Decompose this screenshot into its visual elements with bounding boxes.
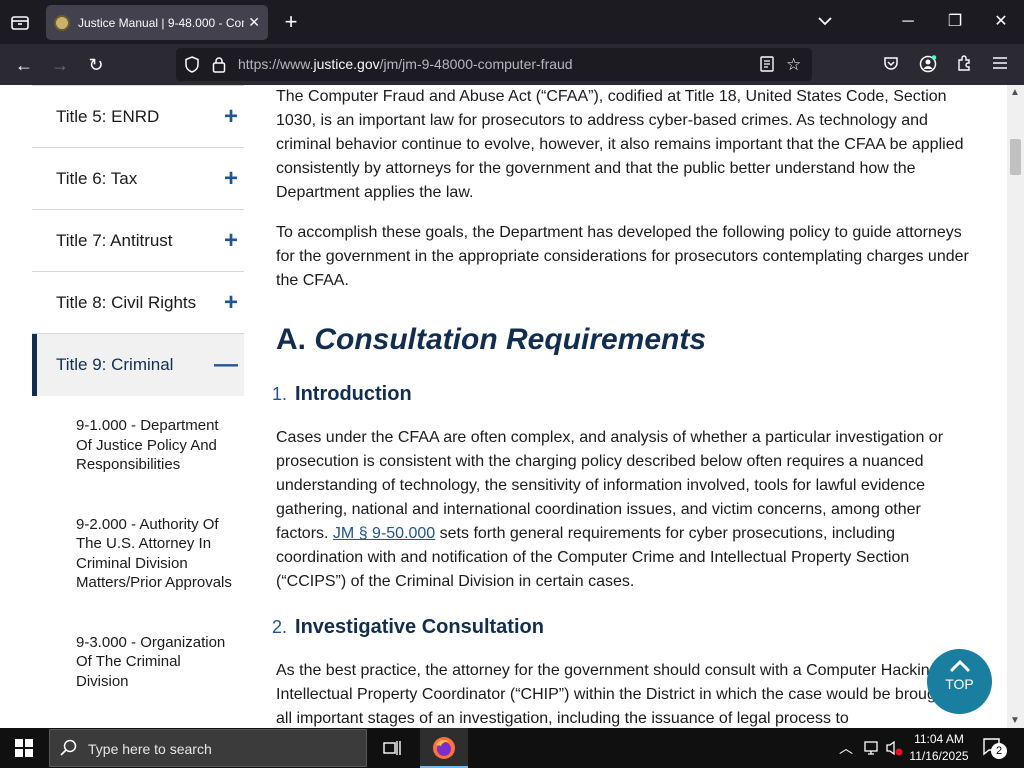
scroll-down-icon[interactable]: ▼	[1010, 715, 1020, 726]
show-hidden-icons-chevron-icon[interactable]: ︿	[839, 738, 853, 758]
justice-manual-sidenav: Title 5: ENRD + Title 6: Tax + Title 7: …	[32, 85, 244, 701]
firefox-taskbar-button[interactable]	[420, 728, 468, 768]
expand-plus-icon[interactable]: +	[224, 165, 238, 193]
subsection-heading-introduction: 1. Introduction	[272, 383, 412, 405]
subsection-heading-investigative-consultation: 2. Investigative Consultation	[272, 616, 544, 638]
web-page: Title 5: ENRD + Title 6: Tax + Title 7: …	[0, 85, 1007, 728]
sidebar-item-label: Title 6: Tax	[56, 168, 138, 188]
sidebar-item-title-7[interactable]: Title 7: Antitrust +	[32, 210, 244, 272]
tab-title: Justice Manual | 9-48.000 - Com	[78, 15, 245, 30]
windows-taskbar: Type here to search ︿ 11:04 AM 11/16/202…	[0, 728, 1024, 768]
expand-plus-icon[interactable]: +	[224, 103, 238, 131]
top-label: TOP	[945, 676, 974, 692]
bookmark-star-icon[interactable]: ☆	[786, 55, 801, 75]
network-icon[interactable]	[863, 740, 879, 761]
volume-muted-icon[interactable]	[885, 740, 903, 761]
extensions-icon[interactable]	[956, 55, 973, 77]
page-scrollbar[interactable]: ▲ ▼	[1007, 85, 1024, 728]
main-content: The Computer Fraud and Abuse Act (“CFAA”…	[272, 85, 976, 728]
clock-date: 11/16/2025	[909, 749, 969, 763]
reader-view-icon[interactable]	[760, 56, 774, 77]
cfaa-cases-paragraph: Cases under the CFAA are often complex, …	[276, 429, 944, 590]
sidebar-item-title-6[interactable]: Title 6: Tax +	[32, 148, 244, 210]
reload-icon[interactable]: ↻	[82, 51, 110, 79]
url-text[interactable]: https://www.justice.gov/jm/jm-9-48000-co…	[238, 56, 573, 72]
search-placeholder: Type here to search	[88, 741, 212, 757]
clock-time: 11:04 AM	[914, 732, 964, 746]
lock-icon[interactable]	[212, 56, 226, 78]
sidebar-item-label: Title 7: Antitrust	[56, 230, 173, 250]
collapse-minus-icon[interactable]: —	[214, 351, 238, 379]
expand-plus-icon[interactable]: +	[224, 289, 238, 317]
windows-start-icon[interactable]	[0, 728, 48, 768]
forward-arrow-icon[interactable]: →	[46, 51, 74, 79]
account-icon[interactable]	[919, 55, 937, 78]
sidebar-subitem-9-1[interactable]: 9-1.000 - Department Of Justice Policy A…	[32, 406, 244, 485]
restore-icon[interactable]: ❐	[940, 8, 970, 36]
taskbar-search-input[interactable]: Type here to search	[49, 729, 367, 767]
intro-paragraph: The Computer Fraud and Abuse Act (“CFAA”…	[276, 88, 964, 201]
sidebar-item-title-5[interactable]: Title 5: ENRD +	[32, 86, 244, 148]
sidebar-item-label: Title 9: Criminal	[56, 355, 174, 374]
search-icon	[60, 739, 78, 762]
navigation-bar: ← → ↻ https://www.justice.gov/jm/jm-9-48…	[0, 44, 1024, 85]
sidebar-subitem-9-3[interactable]: 9-3.000 - Organization Of The Criminal D…	[32, 623, 244, 702]
back-arrow-icon[interactable]: ←	[10, 51, 38, 79]
expand-plus-icon[interactable]: +	[224, 227, 238, 255]
address-bar[interactable]: https://www.justice.gov/jm/jm-9-48000-co…	[176, 48, 812, 81]
sidebar-item-title-9[interactable]: Title 9: Criminal —	[32, 334, 244, 396]
new-tab-icon[interactable]: +	[278, 8, 304, 36]
sidebar-item-label: Title 5: ENRD	[56, 106, 160, 126]
browser-tab[interactable]: Justice Manual | 9-48.000 - Com ✕	[46, 5, 268, 40]
close-tab-icon[interactable]: ✕	[248, 14, 260, 31]
notification-badge: 2	[991, 743, 1007, 759]
system-clock[interactable]: 11:04 AM 11/16/2025	[906, 731, 972, 765]
scroll-up-icon[interactable]: ▲	[1010, 87, 1020, 98]
pocket-icon[interactable]	[883, 56, 899, 77]
shield-icon[interactable]	[184, 56, 200, 78]
sidebar-subitem-9-2[interactable]: 9-2.000 - Authority Of The U.S. Attorney…	[32, 505, 244, 603]
goals-paragraph: To accomplish these goals, the Departmen…	[276, 224, 969, 289]
doj-seal-icon	[54, 14, 70, 31]
jm-9-50000-link[interactable]: JM § 9-50.000	[333, 525, 435, 542]
task-view-icon[interactable]	[383, 739, 401, 762]
scrollbar-thumb[interactable]	[1010, 139, 1021, 175]
notification-center-icon[interactable]: 2	[982, 737, 1007, 764]
minimize-icon[interactable]: ─	[893, 8, 923, 36]
sidebar-item-title-8[interactable]: Title 8: Civil Rights +	[32, 272, 244, 334]
tab-overflow-chevron-icon[interactable]	[810, 8, 840, 36]
back-to-top-button[interactable]: TOP	[927, 649, 992, 714]
close-window-icon[interactable]: ✕	[986, 8, 1016, 36]
section-heading-a: A. Consultation Requirements	[276, 323, 707, 356]
tab-list-icon[interactable]	[6, 9, 34, 35]
firefox-icon	[433, 737, 455, 759]
menu-icon[interactable]	[992, 56, 1008, 75]
sidebar-item-label: Title 8: Civil Rights	[56, 292, 197, 312]
best-practice-paragraph: As the best practice, the attorney for t…	[276, 662, 970, 727]
tab-bar: Justice Manual | 9-48.000 - Com ✕ + ─ ❐ …	[0, 0, 1024, 44]
chevron-up-icon	[949, 659, 970, 673]
